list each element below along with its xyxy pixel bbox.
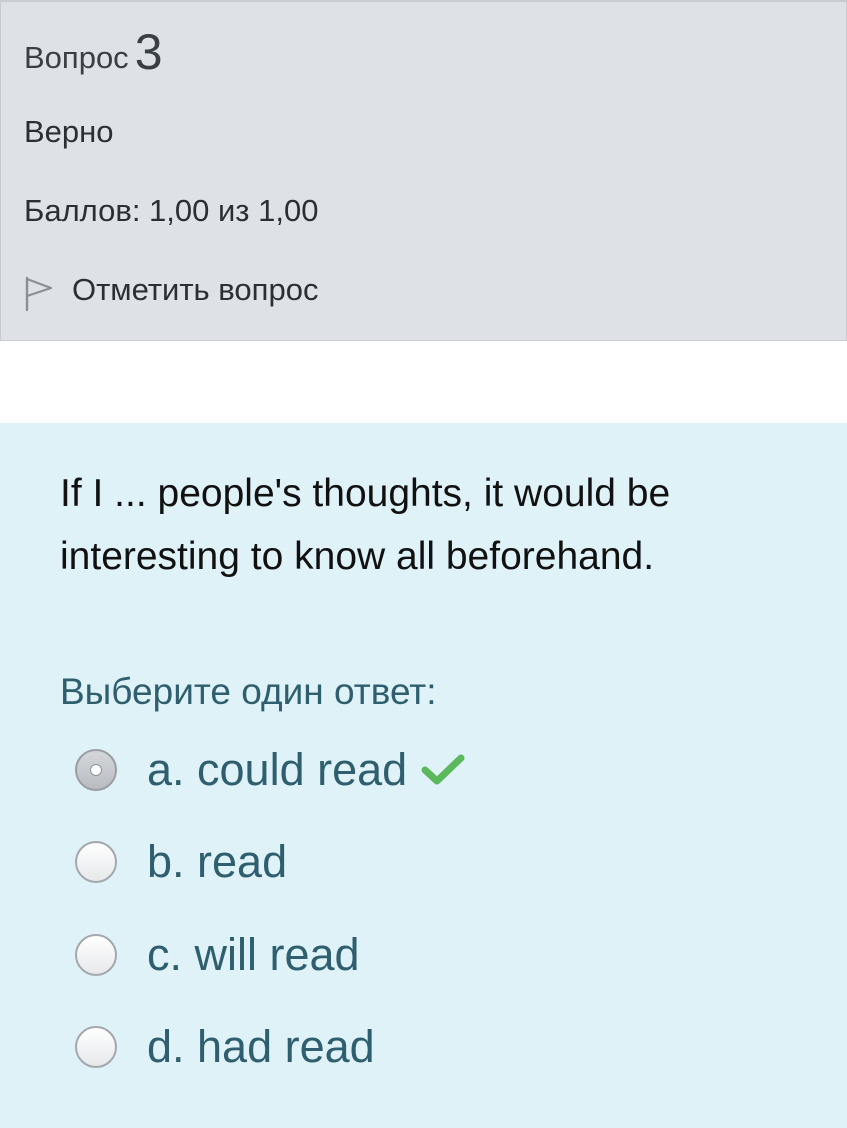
question-heading: Вопрос 3: [24, 26, 163, 84]
answer-option-b[interactable]: b. read: [75, 832, 287, 892]
answer-radio-a[interactable]: [75, 749, 117, 791]
flag-icon: [25, 276, 53, 312]
question-state: Верно: [24, 114, 114, 149]
answer-option-c[interactable]: c. will read: [75, 925, 360, 985]
question-label: Вопрос: [24, 40, 129, 75]
answer-option-a[interactable]: a. could read: [75, 740, 465, 800]
answer-option-d[interactable]: d. had read: [75, 1017, 375, 1077]
answer-radio-d[interactable]: [75, 1026, 117, 1068]
answer-label-c: c. will read: [147, 929, 360, 980]
answer-label-a: a. could read: [147, 744, 408, 795]
flag-question-link[interactable]: Отметить вопрос: [24, 268, 318, 312]
question-number: 3: [134, 24, 163, 80]
question-grade: Баллов: 1,00 из 1,00: [24, 193, 319, 228]
answer-prompt: Выберите один ответ:: [60, 671, 437, 712]
question-text: If I ... people's thoughts, it would be …: [60, 472, 671, 578]
flag-question-label: Отметить вопрос: [72, 272, 319, 307]
answer-radio-c[interactable]: [75, 934, 117, 976]
check-icon: [421, 754, 465, 785]
answer-radio-b[interactable]: [75, 841, 117, 883]
answer-label-b: b. read: [147, 836, 288, 887]
answer-label-d: d. had read: [147, 1021, 375, 1072]
